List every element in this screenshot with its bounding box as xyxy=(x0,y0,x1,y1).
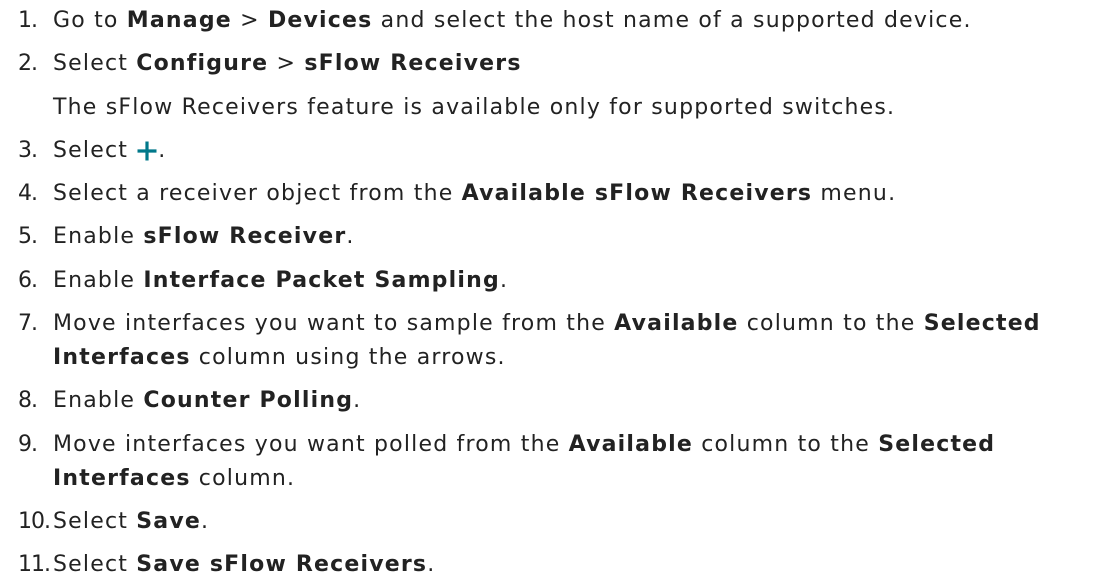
step-text: Move interfaces you want polled from the… xyxy=(53,428,1106,496)
ui-term-interfaces: Interfaces xyxy=(53,345,191,371)
ui-term-counter-polling: Counter Polling xyxy=(143,388,354,414)
ui-term-sflow-receivers: sFlow Receivers xyxy=(304,51,522,77)
step-text-segment: Select a receiver object from the xyxy=(53,181,462,207)
step-text: Go to Manage > Devices and select the ho… xyxy=(53,4,1106,38)
ui-term-devices: Devices xyxy=(267,8,373,33)
step-5: 5. Enable sFlow Receiver. xyxy=(0,220,1106,254)
step-text-segment: . xyxy=(346,224,355,250)
step-text-segment: Go to xyxy=(53,8,127,33)
plus-icon xyxy=(137,141,157,161)
instructions-list: 1. Go to Manage > Devices and select the… xyxy=(0,0,1110,578)
step-text-segment: Enable xyxy=(53,267,144,293)
ui-term-available: Available xyxy=(614,311,739,337)
step-number: 5. xyxy=(18,224,38,250)
ui-term-available-sflow-receivers: Available sFlow Receivers xyxy=(461,181,813,207)
step-number: 4. xyxy=(18,181,38,207)
step-text-segment: Move interfaces you want to sample from … xyxy=(53,311,615,337)
ui-term-interfaces: Interfaces xyxy=(53,465,191,491)
step-text-segment: column to the xyxy=(738,311,924,337)
note-text: The sFlow Receivers feature is available… xyxy=(53,94,896,120)
step-number: 1. xyxy=(18,8,38,33)
step-text: Select Save. xyxy=(53,505,1106,539)
step-text-segment: column to the xyxy=(693,431,879,457)
step-number: 6. xyxy=(18,267,38,293)
ui-term-available: Available xyxy=(568,431,694,457)
step-8: 8. Enable Counter Polling. xyxy=(0,384,1106,418)
step-text-segment: . xyxy=(158,137,167,163)
step-text-segment: Enable xyxy=(53,388,144,414)
step-text-segment: Select xyxy=(53,552,137,578)
step-1: 1. Go to Manage > Devices and select the… xyxy=(0,4,1106,38)
step-number: 8. xyxy=(18,388,38,414)
step-text-segment: . xyxy=(499,267,509,293)
step-text-segment: Select xyxy=(53,508,137,534)
step-text-segment: Select xyxy=(53,51,137,77)
step-9: 9. Move interfaces you want polled from … xyxy=(0,428,1106,496)
ui-term-interface-packet-sampling: Interface Packet Sampling xyxy=(143,267,500,293)
step-4: 4. Select a receiver object from the Ava… xyxy=(0,177,1106,211)
step-text: Select Configure > sFlow Receivers The sF… xyxy=(53,47,1106,124)
ui-term-save-sflow-receivers: Save sFlow Receivers xyxy=(136,552,428,578)
step-number: 11. xyxy=(18,552,51,578)
step-text-segment: > xyxy=(268,51,305,77)
step-text-segment: Move interfaces you want polled from the xyxy=(53,431,569,457)
step-text: Select a receiver object from the Availa… xyxy=(53,177,1106,211)
step-text: Move interfaces you want to sample from … xyxy=(53,307,1106,375)
ui-term-sflow-receiver: sFlow Receiver xyxy=(143,224,347,250)
step-6: 6. Enable Interface Packet Sampling. xyxy=(0,264,1106,298)
step-text: Select . xyxy=(53,134,1106,168)
step-number: 9. xyxy=(18,431,38,457)
step-text-segment: . xyxy=(353,388,362,414)
step-10: 10. Select Save. xyxy=(0,505,1106,539)
step-text: Enable Counter Polling. xyxy=(53,384,1106,418)
step-text-segment: column using the arrows. xyxy=(190,345,506,371)
step-text-segment: column. xyxy=(190,465,296,491)
step-3: 3. Select . xyxy=(0,134,1106,168)
step-number: 7. xyxy=(18,311,38,337)
step-7: 7. Move interfaces you want to sample fr… xyxy=(0,307,1106,375)
step-text-segment: menu. xyxy=(812,181,897,207)
step-text-segment: > xyxy=(231,8,268,33)
step-number: 2. xyxy=(18,51,38,77)
ui-term-configure: Configure xyxy=(136,51,269,77)
step-text: Select Save sFlow Receivers. xyxy=(53,552,1106,578)
step-text-segment: Select xyxy=(53,137,137,163)
step-number: 10. xyxy=(18,508,51,534)
step-text-segment: . xyxy=(427,552,436,578)
step-text-segment: . xyxy=(201,508,210,534)
step-text: Enable Interface Packet Sampling. xyxy=(53,264,1106,298)
ui-term-manage: Manage xyxy=(126,8,232,33)
ui-term-save: Save xyxy=(136,508,202,534)
ui-term-selected: Selected xyxy=(878,431,996,457)
step-text-segment: and select the host name of a supported … xyxy=(372,8,972,33)
step-11: 11. Select Save sFlow Receivers. xyxy=(0,552,1106,578)
step-number: 3. xyxy=(18,137,38,163)
step-text-segment: Enable xyxy=(53,224,144,250)
step-text: Enable sFlow Receiver. xyxy=(53,220,1106,254)
ui-term-selected: Selected xyxy=(923,311,1041,337)
step-2: 2. Select Configure > sFlow Receivers The… xyxy=(0,47,1106,124)
